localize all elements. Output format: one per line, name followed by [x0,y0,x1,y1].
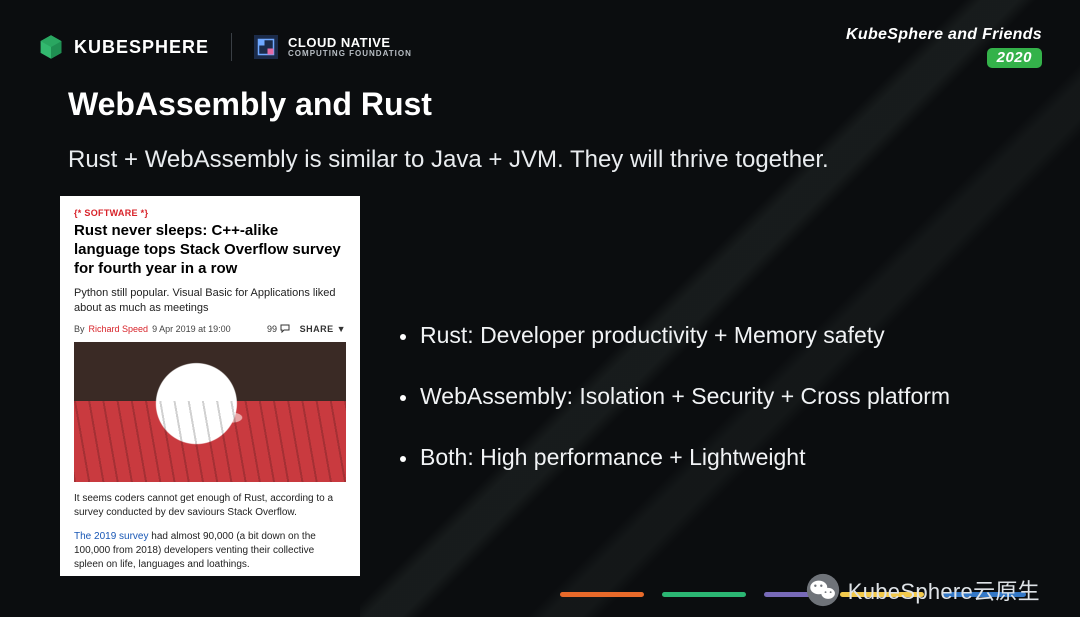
watermark-text: KubeSphere云原生 [848,574,1040,606]
bullet-list: Rust: Developer productivity + Memory sa… [400,322,1040,505]
bullet-item: Rust: Developer productivity + Memory sa… [400,322,1040,349]
wechat-watermark: KubeSphere云原生 [806,573,1040,607]
article-inline-link: The 2019 survey [74,531,149,542]
article-card: {* SOFTWARE *} Rust never sleeps: C++-al… [60,196,360,576]
article-section-tag: {* SOFTWARE *} [74,208,346,218]
cncf-line2: COMPUTING FOUNDATION [288,50,412,58]
byline-prefix: By [74,324,85,334]
bullet-item: Both: High performance + Lightweight [400,444,1040,471]
kubesphere-wordmark: KUBESPHERE [74,37,209,58]
slide-subtitle: Rust + WebAssembly is similar to Java + … [68,146,829,174]
slide-title: WebAssembly and Rust [68,86,432,123]
bullet-text: Rust: Developer productivity + Memory sa… [420,322,885,349]
article-para-1: It seems coders cannot get enough of Rus… [74,492,346,520]
comment-count: 99 [267,324,290,334]
cncf-text: CLOUD NATIVE COMPUTING FOUNDATION [288,36,412,58]
bullet-dot-icon [400,334,406,340]
kubesphere-logo: KUBESPHERE [38,34,209,60]
comment-icon [280,324,290,333]
article-deck: Python still popular. Visual Basic for A… [74,286,346,316]
share-label: SHARE ▼ [300,324,346,334]
article-date: 9 Apr 2019 at 19:00 [152,324,231,334]
bullet-item: WebAssembly: Isolation + Security + Cros… [400,383,1040,410]
article-byline: By Richard Speed 9 Apr 2019 at 19:00 99 … [74,324,346,334]
stripe-green [662,592,746,597]
bullet-dot-icon [400,456,406,462]
article-author: Richard Speed [89,324,149,334]
event-title: KubeSphere and Friends [846,26,1042,44]
header-right: KubeSphere and Friends 2020 [846,26,1042,68]
stripe-orange [560,592,644,597]
slide-header: KUBESPHERE CLOUD NATIVE COMPUTING FOUNDA… [38,26,1042,68]
event-year-badge: 2020 [987,48,1042,68]
header-divider [231,33,232,61]
article-meta-right: 99 SHARE ▼ [267,324,346,334]
bullet-dot-icon [400,395,406,401]
cncf-mark-icon [254,35,278,59]
bullet-text: WebAssembly: Isolation + Security + Cros… [420,383,950,410]
bullet-text: Both: High performance + Lightweight [420,444,805,471]
wechat-icon [806,573,840,607]
article-hero-image [74,342,346,482]
article-para-2: The 2019 survey had almost 90,000 (a bit… [74,530,346,572]
cncf-logo: CLOUD NATIVE COMPUTING FOUNDATION [254,35,412,59]
article-headline: Rust never sleeps: C++-alike language to… [74,222,346,278]
cncf-line1: CLOUD NATIVE [288,36,412,50]
slide: KUBESPHERE CLOUD NATIVE COMPUTING FOUNDA… [0,0,1080,617]
kubesphere-hex-icon [38,34,64,60]
